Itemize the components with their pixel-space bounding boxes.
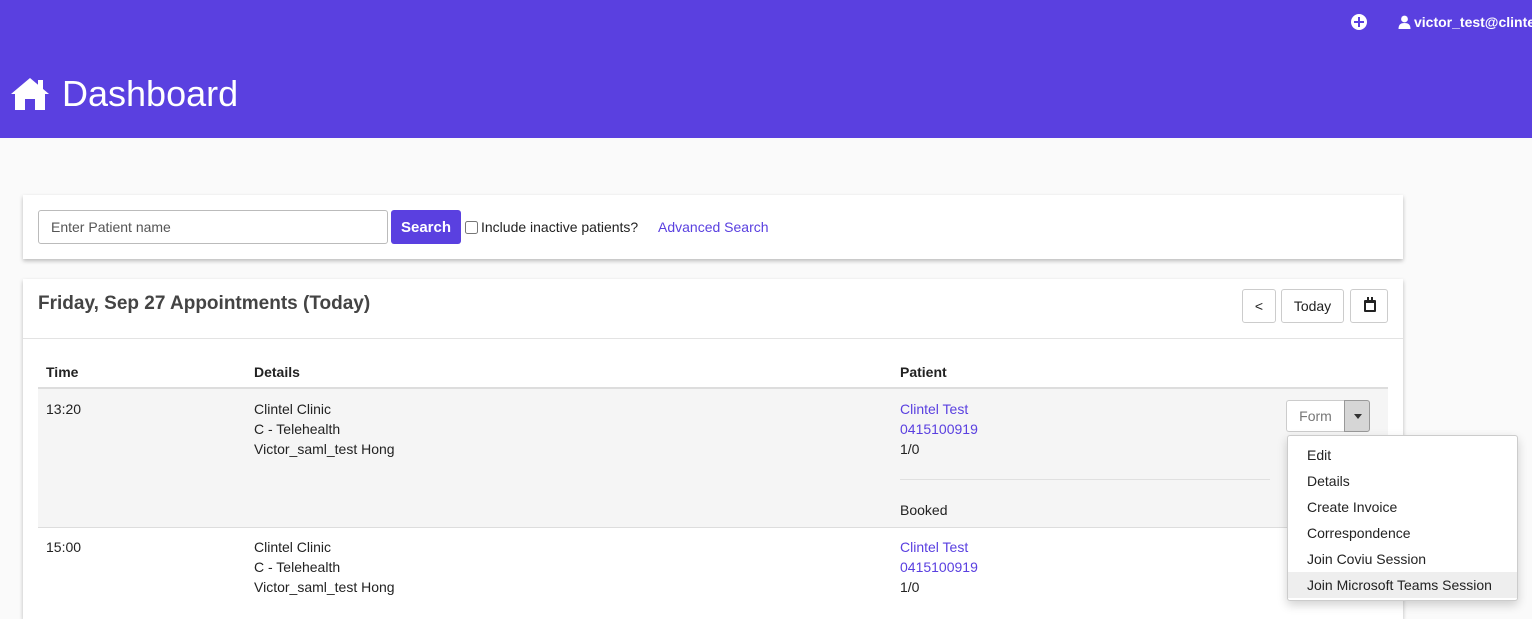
- appointment-details: Clintel Clinic C - Telehealth Victor_sam…: [254, 537, 395, 597]
- patient-search-input[interactable]: [38, 210, 388, 244]
- today-button[interactable]: Today: [1281, 289, 1344, 323]
- advanced-search-link[interactable]: Advanced Search: [658, 219, 769, 235]
- appointment-practitioner: Victor_saml_test Hong: [254, 441, 395, 457]
- appointment-practitioner: Victor_saml_test Hong: [254, 579, 395, 595]
- menu-item-join-coviu-session[interactable]: Join Coviu Session: [1288, 546, 1517, 572]
- caret-down-icon: [1354, 414, 1362, 419]
- page-title: Dashboard: [10, 72, 238, 116]
- calendar-button[interactable]: [1350, 289, 1388, 323]
- header-divider: [23, 338, 1403, 339]
- patient-phone-link[interactable]: 0415100919: [900, 557, 978, 577]
- patient-name-link[interactable]: Clintel Test: [900, 399, 978, 419]
- form-dropdown-toggle[interactable]: [1344, 400, 1370, 432]
- user-menu[interactable]: victor_test@clintel: [1398, 12, 1532, 32]
- appointment-time: 15:00: [46, 539, 82, 555]
- menu-item-correspondence[interactable]: Correspondence: [1288, 520, 1517, 546]
- search-button[interactable]: Search: [391, 210, 461, 244]
- column-header-patient: Patient: [900, 364, 947, 380]
- include-inactive-checkbox[interactable]: [465, 220, 478, 234]
- table-row: [38, 389, 1388, 527]
- appointment-patient: Clintel Test 0415100919 1/0: [900, 537, 978, 597]
- user-icon: [1398, 15, 1411, 29]
- row-divider: [38, 527, 1388, 528]
- form-dropdown-menu: Edit Details Create Invoice Corresponden…: [1287, 435, 1518, 601]
- column-header-details: Details: [254, 364, 300, 380]
- patient-search-card: Search Include inactive patients? Advanc…: [23, 195, 1403, 259]
- patient-name-link[interactable]: Clintel Test: [900, 537, 978, 557]
- form-split-button: Form: [1286, 400, 1370, 432]
- appointment-type: C - Telehealth: [254, 559, 341, 575]
- plus-circle-icon[interactable]: [1351, 14, 1367, 30]
- appointment-time: 13:20: [46, 401, 82, 417]
- menu-item-create-invoice[interactable]: Create Invoice: [1288, 494, 1517, 520]
- top-header: victor_test@clintel Dashboard: [0, 0, 1532, 138]
- menu-item-edit[interactable]: Edit: [1288, 442, 1517, 468]
- patient-phone-link[interactable]: 0415100919: [900, 419, 978, 439]
- menu-item-details[interactable]: Details: [1288, 468, 1517, 494]
- appointment-status: Booked: [900, 502, 948, 518]
- appointment-clinic: Clintel Clinic: [254, 539, 332, 555]
- user-email: victor_test@clintel: [1414, 14, 1532, 30]
- column-header-time: Time: [46, 364, 79, 380]
- status-divider: [900, 479, 1270, 480]
- appointment-patient: Clintel Test 0415100919 1/0: [900, 399, 978, 459]
- patient-count: 1/0: [900, 441, 920, 457]
- page-title-text: Dashboard: [62, 73, 239, 114]
- include-inactive-toggle[interactable]: Include inactive patients?: [465, 219, 638, 235]
- form-button[interactable]: Form: [1286, 400, 1344, 432]
- patient-count: 1/0: [900, 579, 920, 595]
- appointment-clinic: Clintel Clinic: [254, 401, 332, 417]
- appointment-type: C - Telehealth: [254, 421, 341, 437]
- previous-day-button[interactable]: <: [1242, 289, 1276, 323]
- home-icon: [11, 78, 49, 110]
- menu-item-join-teams-session[interactable]: Join Microsoft Teams Session: [1288, 572, 1517, 598]
- appointments-heading: Friday, Sep 27 Appointments (Today): [38, 293, 371, 314]
- include-inactive-label: Include inactive patients?: [481, 219, 639, 235]
- appointments-card: Friday, Sep 27 Appointments (Today) < To…: [23, 279, 1403, 619]
- appointment-details: Clintel Clinic C - Telehealth Victor_sam…: [254, 399, 395, 459]
- calendar-icon: [1364, 297, 1376, 312]
